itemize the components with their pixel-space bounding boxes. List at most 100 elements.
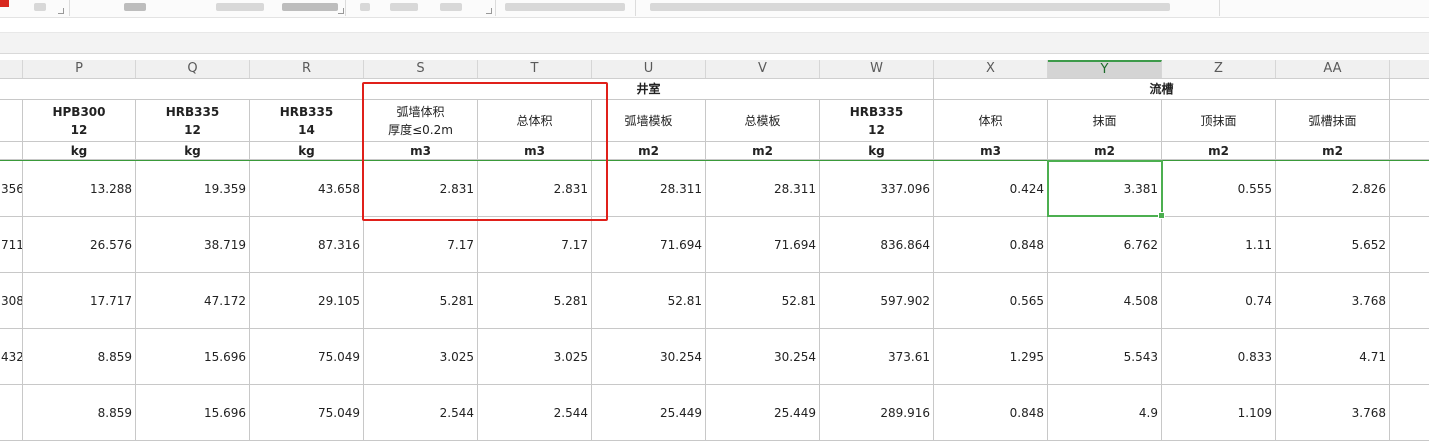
cell-O-row4[interactable]: 432 [0, 329, 23, 385]
cell-R-row4[interactable]: 75.049 [250, 329, 364, 385]
column-header-O[interactable] [0, 60, 23, 78]
cell-R-row1[interactable]: 43.658 [250, 161, 364, 217]
cell-Q-row2[interactable]: 38.719 [136, 217, 250, 273]
field-header-U[interactable]: 弧墙模板 [592, 100, 706, 142]
cell-O-row2[interactable]: 711 [0, 217, 23, 273]
cell-Q-row1[interactable]: 19.359 [136, 161, 250, 217]
column-header-P[interactable]: P [23, 60, 136, 78]
cell-P-row2[interactable]: 26.576 [23, 217, 136, 273]
unit-cell[interactable]: m2 [1162, 142, 1276, 160]
column-header-Q[interactable]: Q [136, 60, 250, 78]
cell-U-row3[interactable]: 52.81 [592, 273, 706, 329]
cell-U-row1[interactable]: 28.311 [592, 161, 706, 217]
column-header-U[interactable]: U [592, 60, 706, 78]
cell-S-row2[interactable]: 7.17 [364, 217, 478, 273]
column-header-AA[interactable]: AA [1276, 60, 1390, 78]
cell-Y-row4[interactable]: 5.543 [1048, 329, 1162, 385]
cell-AB-row1[interactable] [1390, 161, 1429, 217]
cell-R-row2[interactable]: 87.316 [250, 217, 364, 273]
cell-blank[interactable] [1390, 100, 1429, 142]
field-header-R[interactable]: HRB335 14 [250, 100, 364, 142]
cell-O-row3[interactable]: 308 [0, 273, 23, 329]
cell-Y-row2[interactable]: 6.762 [1048, 217, 1162, 273]
field-header-V[interactable]: 总模板 [706, 100, 820, 142]
cell-AA-row2[interactable]: 5.652 [1276, 217, 1390, 273]
cell-T-row5[interactable]: 2.544 [478, 385, 592, 441]
cell-S-row3[interactable]: 5.281 [364, 273, 478, 329]
unit-cell[interactable]: kg [23, 142, 136, 160]
column-header-R[interactable]: R [250, 60, 364, 78]
cell-P-row1[interactable]: 13.288 [23, 161, 136, 217]
cell-Q-row5[interactable]: 15.696 [136, 385, 250, 441]
column-header-Y[interactable]: Y [1048, 60, 1162, 78]
unit-cell[interactable]: kg [136, 142, 250, 160]
cell-U-row2[interactable]: 71.694 [592, 217, 706, 273]
unit-cell[interactable]: kg [250, 142, 364, 160]
unit-cell[interactable]: kg [820, 142, 934, 160]
cell-T-row4[interactable]: 3.025 [478, 329, 592, 385]
column-header-X[interactable]: X [934, 60, 1048, 78]
field-header-Y[interactable]: 抹面 [1048, 100, 1162, 142]
unit-cell[interactable]: m2 [1276, 142, 1390, 160]
field-header-X[interactable]: 体积 [934, 100, 1048, 142]
cell-S-row1[interactable]: 2.831 [364, 161, 478, 217]
field-header-S[interactable]: 弧墙体积 厚度≤0.2m [364, 100, 478, 142]
unit-cell[interactable]: m2 [1048, 142, 1162, 160]
cell-O-row1[interactable]: 356 [0, 161, 23, 217]
cell-T-row3[interactable]: 5.281 [478, 273, 592, 329]
cell-Z-row3[interactable]: 0.74 [1162, 273, 1276, 329]
cell-Y-row1[interactable]: 3.381 [1048, 161, 1162, 217]
column-header-Z[interactable]: Z [1162, 60, 1276, 78]
cell-P-row4[interactable]: 8.859 [23, 329, 136, 385]
cell-R-row3[interactable]: 29.105 [250, 273, 364, 329]
cell-Z-row4[interactable]: 0.833 [1162, 329, 1276, 385]
cell-U-row5[interactable]: 25.449 [592, 385, 706, 441]
column-header-AB[interactable] [1390, 60, 1429, 78]
unit-cell[interactable]: m3 [364, 142, 478, 160]
cell-V-row4[interactable]: 30.254 [706, 329, 820, 385]
cell-V-row5[interactable]: 25.449 [706, 385, 820, 441]
cell-AA-row3[interactable]: 3.768 [1276, 273, 1390, 329]
field-header-Q[interactable]: HRB335 12 [136, 100, 250, 142]
cell-X-row1[interactable]: 0.424 [934, 161, 1048, 217]
cell-Y-row3[interactable]: 4.508 [1048, 273, 1162, 329]
field-header-AA[interactable]: 弧槽抹面 [1276, 100, 1390, 142]
cell-AB-row4[interactable] [1390, 329, 1429, 385]
group-header-shaft[interactable]: 井室 [364, 78, 934, 100]
column-header-V[interactable]: V [706, 60, 820, 78]
column-header-T[interactable]: T [478, 60, 592, 78]
cell-T-row2[interactable]: 7.17 [478, 217, 592, 273]
cell-W-row2[interactable]: 836.864 [820, 217, 934, 273]
field-header-P[interactable]: HPB300 12 [23, 100, 136, 142]
cell-O-row5[interactable] [0, 385, 23, 441]
cell-W-row5[interactable]: 289.916 [820, 385, 934, 441]
cell-Z-row1[interactable]: 0.555 [1162, 161, 1276, 217]
cell-S-row5[interactable]: 2.544 [364, 385, 478, 441]
cell-Q-row4[interactable]: 15.696 [136, 329, 250, 385]
cell-W-row3[interactable]: 597.902 [820, 273, 934, 329]
cell-S-row4[interactable]: 3.025 [364, 329, 478, 385]
unit-cell[interactable]: m2 [706, 142, 820, 160]
cell-AA-row5[interactable]: 3.768 [1276, 385, 1390, 441]
cell-AB-row2[interactable] [1390, 217, 1429, 273]
cell-Y-row5[interactable]: 4.9 [1048, 385, 1162, 441]
unit-cell[interactable]: m2 [592, 142, 706, 160]
cell-P-row5[interactable]: 8.859 [23, 385, 136, 441]
cell-U-row4[interactable]: 30.254 [592, 329, 706, 385]
unit-cell[interactable] [0, 142, 23, 160]
unit-cell[interactable]: m3 [478, 142, 592, 160]
cell-T-row1[interactable]: 2.831 [478, 161, 592, 217]
cell-R-row5[interactable]: 75.049 [250, 385, 364, 441]
cell-P-row3[interactable]: 17.717 [23, 273, 136, 329]
cell-AB-row3[interactable] [1390, 273, 1429, 329]
cell-blank[interactable] [1390, 78, 1429, 100]
unit-cell[interactable] [1390, 142, 1429, 160]
field-header-Z[interactable]: 顶抹面 [1162, 100, 1276, 142]
cell-X-row2[interactable]: 0.848 [934, 217, 1048, 273]
cell-W-row4[interactable]: 373.61 [820, 329, 934, 385]
cell-X-row4[interactable]: 1.295 [934, 329, 1048, 385]
cell-AB-row5[interactable] [1390, 385, 1429, 441]
column-header-S[interactable]: S [364, 60, 478, 78]
cell-blank[interactable] [0, 100, 23, 142]
column-header-W[interactable]: W [820, 60, 934, 78]
